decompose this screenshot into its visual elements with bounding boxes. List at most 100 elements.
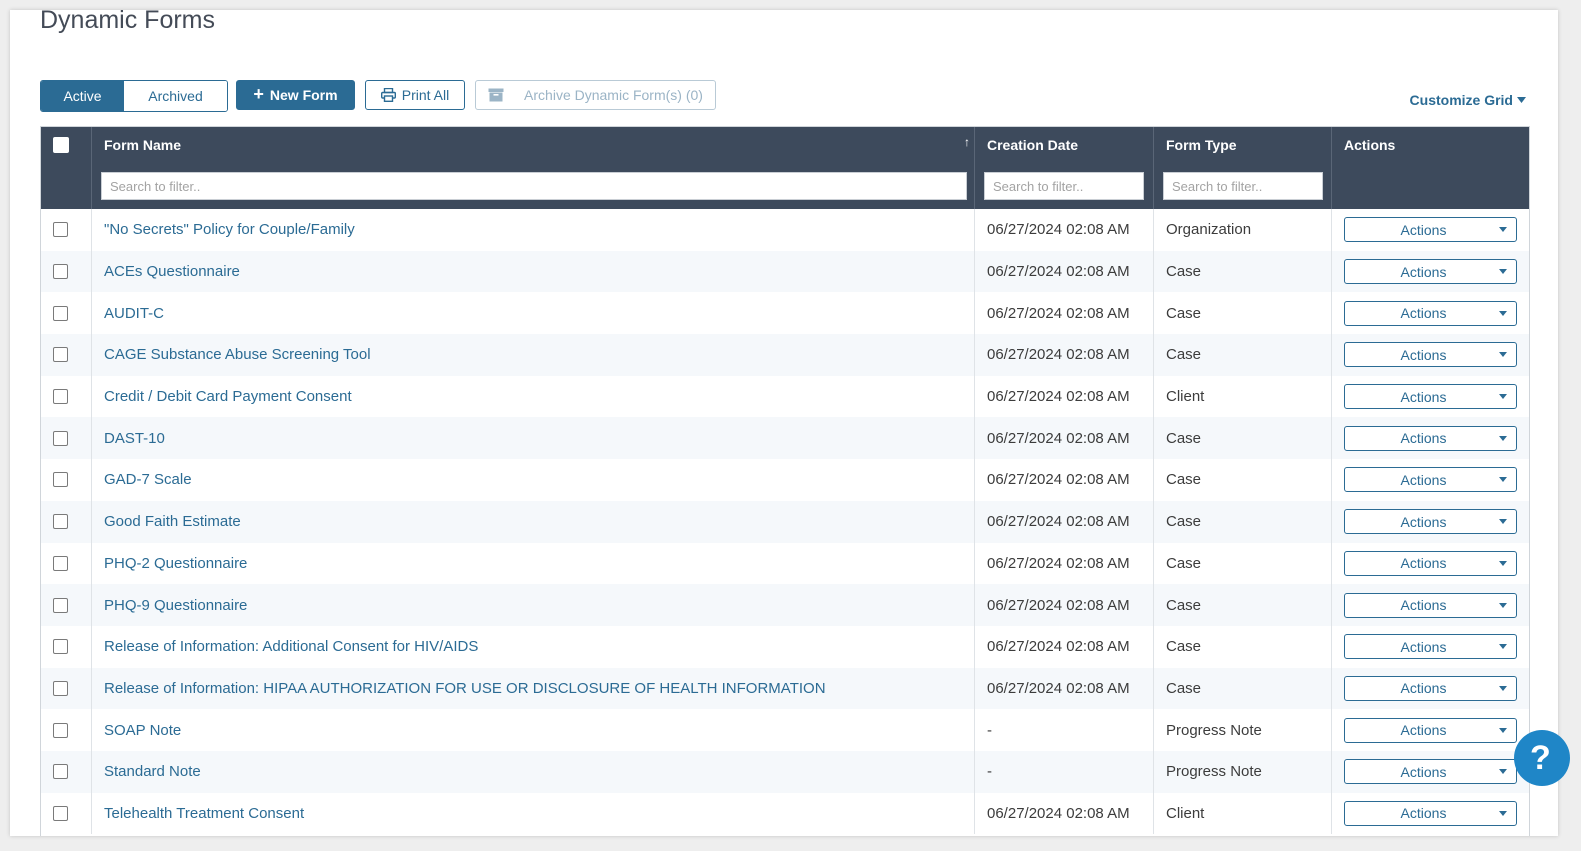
form-type-value: Case	[1166, 263, 1202, 281]
form-name-link[interactable]: Telehealth Treatment Consent	[104, 805, 304, 822]
new-form-label: New Form	[269, 87, 338, 103]
actions-label: Actions	[1400, 346, 1447, 363]
table-row: DAST-10 06/27/2024 02:08 AM Case Actions	[41, 417, 1529, 460]
table-row: Release of Information: Additional Conse…	[41, 625, 1529, 668]
creation-date-value: 06/27/2024 02:08 AM	[987, 304, 1130, 322]
form-name-link[interactable]: ACEs Questionnaire	[104, 263, 240, 280]
sort-asc-icon[interactable]: ↑	[964, 135, 970, 149]
row-checkbox[interactable]	[53, 514, 68, 530]
caret-down-icon	[1517, 97, 1526, 103]
row-actions-dropdown[interactable]: Actions	[1344, 509, 1517, 535]
select-all-checkbox[interactable]	[53, 137, 69, 153]
form-name-link[interactable]: Release of Information: Additional Conse…	[104, 638, 478, 655]
form-type-column-label[interactable]: Form Type	[1166, 137, 1237, 153]
form-name-cell: SOAP Note	[92, 709, 975, 751]
row-checkbox[interactable]	[53, 597, 68, 613]
row-checkbox[interactable]	[53, 430, 68, 446]
caret-down-icon	[1499, 227, 1507, 233]
row-checkbox[interactable]	[53, 264, 68, 280]
creation-date-cell: 06/27/2024 02:08 AM	[975, 500, 1154, 543]
archived-tab[interactable]: Archived	[124, 81, 227, 111]
caret-down-icon	[1499, 477, 1507, 483]
row-actions-dropdown[interactable]: Actions	[1344, 217, 1517, 243]
form-name-link[interactable]: Release of Information: HIPAA AUTHORIZAT…	[104, 680, 826, 697]
row-actions-dropdown[interactable]: Actions	[1344, 384, 1517, 410]
help-button[interactable]: ?	[1514, 730, 1570, 786]
row-actions-dropdown[interactable]: Actions	[1344, 425, 1517, 451]
form-name-link[interactable]: Standard Note	[104, 763, 201, 780]
row-checkbox[interactable]	[53, 222, 68, 238]
row-actions-dropdown[interactable]: Actions	[1344, 675, 1517, 701]
creation-date-value: 06/27/2024 02:08 AM	[987, 346, 1130, 364]
row-checkbox[interactable]	[53, 639, 68, 655]
row-checkbox[interactable]	[53, 472, 68, 488]
form-name-link[interactable]: "No Secrets" Policy for Couple/Family	[104, 221, 355, 238]
form-name-filter-input[interactable]	[101, 172, 967, 200]
forms-grid: Form Name ↑ Creation Date Form Type Acti…	[40, 126, 1530, 836]
row-actions-dropdown[interactable]: Actions	[1344, 259, 1517, 285]
form-type-value: Organization	[1166, 221, 1252, 239]
form-type-value: Case	[1166, 513, 1202, 531]
table-row: Telehealth Treatment Consent 06/27/2024 0…	[41, 792, 1529, 835]
new-form-button[interactable]: + New Form	[236, 80, 355, 110]
row-actions-dropdown[interactable]: Actions	[1344, 342, 1517, 368]
row-checkbox[interactable]	[53, 722, 68, 738]
table-row: PHQ-2 Questionnaire 06/27/2024 02:08 AM Ca…	[41, 542, 1529, 585]
form-name-cell: Telehealth Treatment Consent	[92, 792, 975, 835]
row-actions-dropdown[interactable]: Actions	[1344, 467, 1517, 493]
creation-date-filter-input[interactable]	[984, 172, 1144, 200]
archive-forms-button[interactable]: Archive Dynamic Form(s) (0)	[475, 80, 716, 110]
form-type-cell: Case	[1154, 417, 1332, 460]
creation-date-column-label[interactable]: Creation Date	[987, 137, 1078, 153]
form-name-link[interactable]: AUDIT-C	[104, 305, 164, 322]
print-all-button[interactable]: Print All	[365, 80, 465, 110]
row-checkbox[interactable]	[53, 389, 68, 405]
caret-down-icon	[1499, 352, 1507, 358]
form-name-cell: Release of Information: Additional Conse…	[92, 625, 975, 668]
row-select-cell	[41, 334, 92, 376]
row-checkbox[interactable]	[53, 680, 68, 696]
row-checkbox[interactable]	[53, 305, 68, 321]
form-name-link[interactable]: CAGE Substance Abuse Screening Tool	[104, 346, 371, 363]
form-type-cell: Case	[1154, 500, 1332, 543]
form-name-link[interactable]: PHQ-9 Questionnaire	[104, 597, 247, 614]
creation-date-value: 06/27/2024 02:08 AM	[987, 471, 1130, 489]
row-actions-dropdown[interactable]: Actions	[1344, 759, 1517, 785]
form-type-filter-input[interactable]	[1163, 172, 1323, 200]
row-actions-dropdown[interactable]: Actions	[1344, 550, 1517, 576]
form-name-column-label[interactable]: Form Name	[104, 137, 181, 153]
row-checkbox[interactable]	[53, 764, 68, 780]
row-checkbox[interactable]	[53, 555, 68, 571]
form-name-link[interactable]: SOAP Note	[104, 722, 181, 739]
row-actions-dropdown[interactable]: Actions	[1344, 300, 1517, 326]
caret-down-icon	[1499, 560, 1507, 566]
form-type-value: Case	[1166, 346, 1202, 364]
form-type-value: Client	[1166, 804, 1205, 822]
active-tab[interactable]: Active	[41, 81, 124, 111]
creation-date-cell: 06/27/2024 02:08 AM	[975, 417, 1154, 460]
creation-date-value: 06/27/2024 02:08 AM	[987, 638, 1130, 656]
row-actions-dropdown[interactable]: Actions	[1344, 634, 1517, 660]
form-type-cell: Organization	[1154, 209, 1332, 251]
form-name-link[interactable]: Credit / Debit Card Payment Consent	[104, 388, 352, 405]
form-name-link[interactable]: GAD-7 Scale	[104, 471, 192, 488]
creation-date-cell: 06/27/2024 02:08 AM	[975, 792, 1154, 835]
form-type-cell: Case	[1154, 542, 1332, 585]
form-type-value: Case	[1166, 638, 1202, 656]
row-actions-dropdown[interactable]: Actions	[1344, 592, 1517, 618]
row-actions-dropdown[interactable]: Actions	[1344, 717, 1517, 743]
row-actions-dropdown[interactable]: Actions	[1344, 800, 1517, 826]
row-checkbox[interactable]	[53, 347, 68, 363]
form-name-link[interactable]: DAST-10	[104, 430, 165, 447]
creation-date-header: Creation Date	[975, 127, 1154, 209]
caret-down-icon	[1499, 269, 1507, 275]
customize-grid-button[interactable]: Customize Grid	[1410, 92, 1526, 108]
form-name-link[interactable]: PHQ-2 Questionnaire	[104, 555, 247, 572]
form-name-link[interactable]: Good Faith Estimate	[104, 513, 241, 530]
actions-cell: Actions	[1332, 251, 1529, 293]
actions-label: Actions	[1400, 763, 1447, 780]
form-type-value: Case	[1166, 596, 1202, 614]
form-type-value: Case	[1166, 679, 1202, 697]
form-type-value: Case	[1166, 304, 1202, 322]
row-checkbox[interactable]	[53, 805, 68, 821]
